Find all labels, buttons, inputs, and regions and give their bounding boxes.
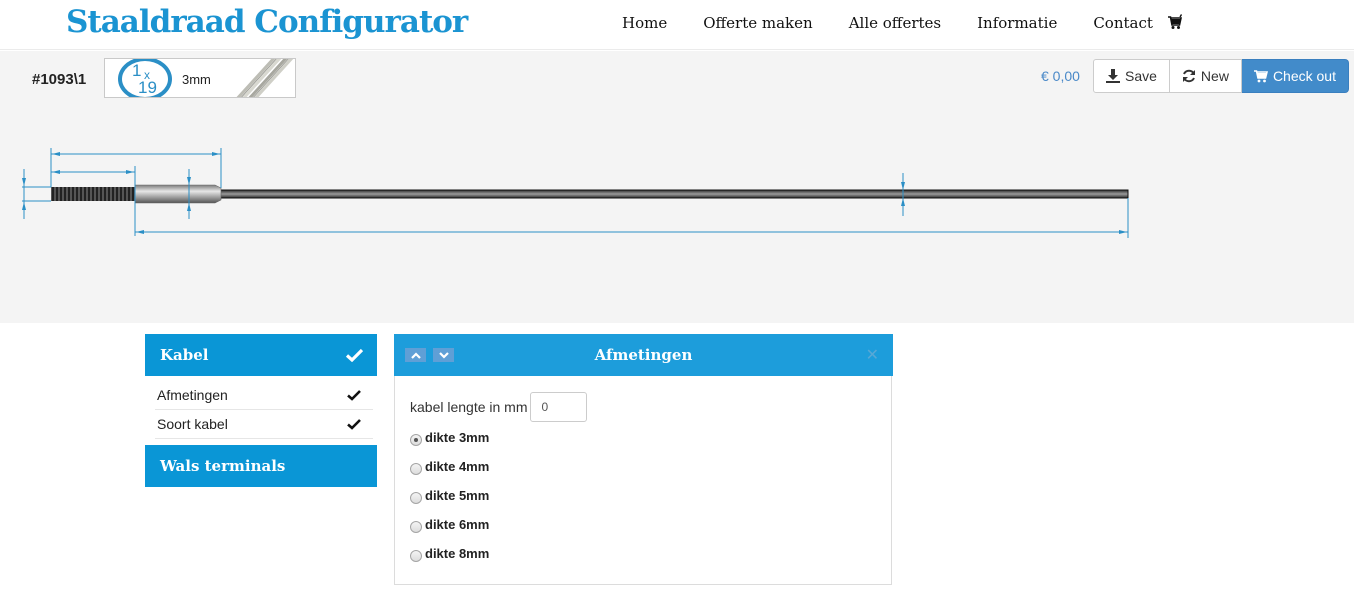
- refresh-icon: [1182, 69, 1195, 83]
- shopping-cart-icon[interactable]: [1168, 14, 1183, 30]
- total-price: € 0,00: [1041, 68, 1080, 84]
- panel-body: kabel lengte in mm dikte 3mm dikte 4mm d…: [410, 392, 587, 568]
- checkmark-icon: [346, 348, 363, 362]
- configurator-stage: #1093\1 1 x 19 3mm € 0,00 Save New Check…: [0, 51, 1354, 323]
- radio-button[interactable]: [410, 463, 422, 475]
- thickness-option[interactable]: dikte 4mm: [410, 452, 587, 481]
- checkout-button[interactable]: Check out: [1241, 59, 1349, 93]
- download-icon: [1106, 69, 1120, 83]
- radio-button[interactable]: [410, 492, 422, 504]
- step-soort-kabel[interactable]: Soort kabel: [155, 410, 373, 439]
- swage-ferrule: [134, 184, 222, 204]
- cable-size: 3mm: [182, 72, 211, 87]
- radio-button[interactable]: [410, 550, 422, 562]
- thickness-option[interactable]: dikte 8mm: [410, 539, 587, 568]
- length-label: kabel lengte in mm: [410, 399, 528, 415]
- radio-button[interactable]: [410, 521, 422, 533]
- panel-header: Afmetingen ✕: [394, 334, 893, 376]
- nav-contact[interactable]: Contact: [1093, 14, 1153, 32]
- section-wals-terminals[interactable]: Wals terminals: [145, 445, 377, 487]
- cable-type-card[interactable]: 1 x 19 3mm: [104, 58, 296, 98]
- section-title: Kabel: [160, 346, 209, 364]
- thickness-option[interactable]: dikte 5mm: [410, 481, 587, 510]
- thickness-option[interactable]: dikte 6mm: [410, 510, 587, 539]
- order-id: #1093\1: [32, 71, 87, 88]
- nav-offerte-maken[interactable]: Offerte maken: [703, 14, 812, 32]
- close-icon[interactable]: ✕: [866, 345, 879, 365]
- cable-wire: [219, 189, 1129, 199]
- nav-home[interactable]: Home: [622, 14, 667, 32]
- step-afmetingen[interactable]: Afmetingen: [155, 381, 373, 410]
- section-kabel[interactable]: Kabel: [145, 334, 377, 376]
- main-nav: Home Offerte maken Alle offertes Informa…: [622, 14, 1189, 32]
- nav-alle-offertes[interactable]: Alle offertes: [849, 14, 941, 32]
- checkmark-icon: [347, 419, 361, 430]
- checkmark-icon: [347, 390, 361, 401]
- threaded-stud: [51, 187, 136, 201]
- navbar: Staaldraad Configurator Home Offerte mak…: [0, 0, 1354, 50]
- cable-construction-badge: 1 x 19: [118, 59, 172, 97]
- length-input[interactable]: [529, 392, 587, 422]
- cable-strand-image: [236, 59, 294, 97]
- brand-logo[interactable]: Staaldraad Configurator: [66, 4, 468, 40]
- shopping-cart-icon: [1253, 70, 1268, 83]
- radio-button[interactable]: [410, 434, 422, 446]
- save-button[interactable]: Save: [1093, 59, 1170, 93]
- afmetingen-panel: Afmetingen ✕ kabel lengte in mm dikte 3m…: [394, 334, 893, 585]
- nav-informatie[interactable]: Informatie: [977, 14, 1057, 32]
- section-title: Wals terminals: [160, 457, 286, 475]
- thickness-option[interactable]: dikte 3mm: [410, 423, 587, 452]
- new-button[interactable]: New: [1169, 59, 1242, 93]
- length-row: kabel lengte in mm: [410, 392, 587, 422]
- action-buttons: Save New Check out: [1093, 59, 1349, 93]
- config-steps-sidebar: Kabel Afmetingen Soort kabel Wals termin…: [145, 334, 377, 487]
- panel-title: Afmetingen: [594, 346, 693, 364]
